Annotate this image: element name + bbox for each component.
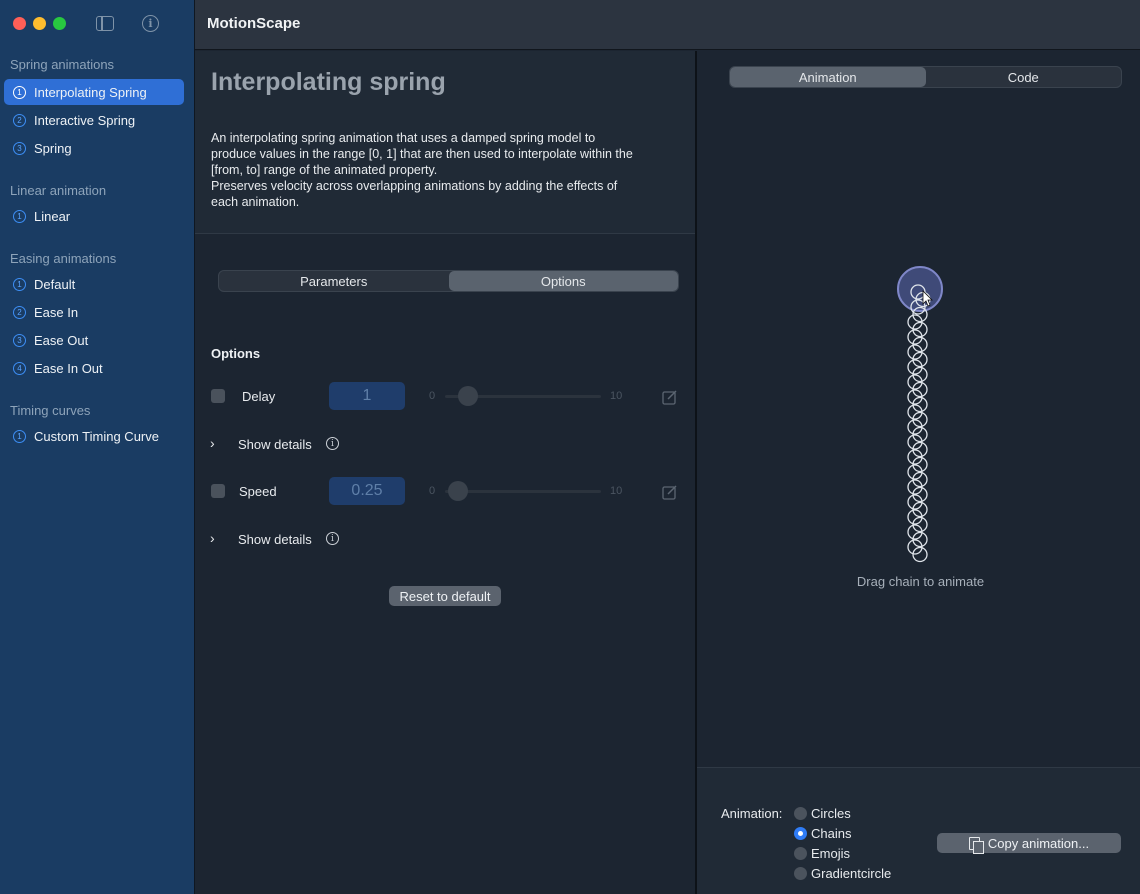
delay-slider-knob[interactable]	[458, 386, 478, 406]
chain-animation-canvas[interactable]	[697, 51, 1140, 571]
sidebar: i Spring animations 1 Interpolating Spri…	[0, 0, 195, 894]
radio-chains-label[interactable]: Chains	[811, 826, 851, 841]
show-details-delay[interactable]: Show details	[238, 437, 312, 452]
copy-animation-button[interactable]: Copy animation...	[937, 833, 1121, 854]
delay-label: Delay	[242, 389, 276, 404]
animation-picker-footer: Animation: Circles Chains Emojis Gradien…	[697, 767, 1140, 894]
sidebar-item-ease-in-out[interactable]: 4 Ease In Out	[4, 355, 184, 381]
radio-emojis-label[interactable]: Emojis	[811, 846, 850, 861]
detail-pane: Interpolating spring An interpolating sp…	[195, 51, 695, 894]
sidebar-item-label: Default	[34, 276, 76, 292]
description-header: Interpolating spring An interpolating sp…	[195, 51, 695, 234]
tab-parameters[interactable]: Parameters	[219, 271, 449, 291]
sidebar-item-interpolating-spring[interactable]: 1 Interpolating Spring	[4, 79, 184, 105]
radio-circles[interactable]	[794, 807, 807, 820]
minimize-window-button[interactable]	[33, 17, 46, 30]
speed-max-label: 10	[610, 485, 623, 497]
edit-icon[interactable]	[662, 484, 678, 500]
speed-slider-track[interactable]	[445, 490, 601, 493]
speed-min-label: 0	[429, 485, 436, 497]
description-line: [from, to] range of the animated propert…	[211, 163, 438, 177]
title-bar: MotionScape	[195, 0, 1140, 50]
sidebar-item-label: Custom Timing Curve	[34, 428, 159, 444]
section-linear-animation: Linear animation	[10, 183, 107, 198]
info-icon[interactable]: i	[326, 532, 339, 545]
sidebar-toggle-icon[interactable]	[96, 16, 114, 31]
sidebar-item-custom-timing-curve[interactable]: 1 Custom Timing Curve	[4, 423, 184, 449]
chain[interactable]	[907, 284, 931, 563]
number-1-icon: 1	[13, 85, 26, 99]
sidebar-item-ease-out[interactable]: 3 Ease Out	[4, 327, 184, 353]
reset-to-default-button[interactable]: Reset to default	[389, 586, 501, 606]
sidebar-item-label: Ease In	[34, 304, 79, 320]
description-line: Preserves velocity across overlapping an…	[211, 179, 618, 193]
sidebar-item-label: Interactive Spring	[34, 112, 136, 128]
delay-checkbox[interactable]	[211, 389, 225, 403]
speed-value-field[interactable]: 0.25	[329, 477, 405, 505]
number-2-icon: 2	[13, 305, 26, 319]
options-heading: Options	[211, 346, 261, 361]
radio-chains[interactable]	[794, 827, 807, 840]
info-icon[interactable]: i	[142, 15, 159, 32]
number-4-icon: 4	[13, 361, 26, 375]
speed-checkbox[interactable]	[211, 484, 225, 498]
sidebar-item-label: Ease In Out	[34, 360, 103, 376]
description-line: produce values in the range [0, 1] that …	[211, 147, 633, 161]
number-1-icon: 1	[13, 277, 26, 291]
section-easing-animations: Easing animations	[10, 251, 117, 266]
copy-animation-label: Copy animation...	[987, 835, 1090, 851]
sidebar-item-interactive-spring[interactable]: 2 Interactive Spring	[4, 107, 184, 133]
preview-pane: Animation Code Drag chain to animate Ani…	[697, 51, 1140, 894]
number-3-icon: 3	[13, 333, 26, 347]
animation-label: Animation:	[721, 806, 783, 821]
radio-gradientcircle-label[interactable]: Gradientcircle	[811, 866, 891, 881]
number-2-icon: 2	[13, 113, 26, 127]
chevron-right-icon[interactable]: ›	[210, 435, 215, 451]
chevron-right-icon[interactable]: ›	[210, 530, 215, 546]
radio-emojis[interactable]	[794, 847, 807, 860]
page-title: Interpolating spring	[211, 68, 446, 96]
speed-slider-knob[interactable]	[448, 481, 468, 501]
sidebar-item-label: Ease Out	[34, 332, 89, 348]
description-line: each animation.	[211, 195, 300, 209]
sidebar-item-ease-in[interactable]: 2 Ease In	[4, 299, 184, 325]
delay-min-label: 0	[429, 390, 436, 402]
section-timing-curves: Timing curves	[10, 403, 91, 418]
radio-gradientcircle[interactable]	[794, 867, 807, 880]
delay-value-field[interactable]: 1	[329, 382, 405, 410]
drag-hint: Drag chain to animate	[856, 574, 985, 589]
number-3-icon: 3	[13, 141, 26, 155]
description-line: An interpolating spring animation that u…	[211, 131, 596, 145]
sidebar-item-linear[interactable]: 1 Linear	[4, 203, 184, 229]
section-spring-animations: Spring animations	[10, 57, 115, 72]
number-1-icon: 1	[13, 209, 26, 223]
radio-circles-label[interactable]: Circles	[811, 806, 851, 821]
show-details-speed[interactable]: Show details	[238, 532, 312, 547]
info-icon[interactable]: i	[326, 437, 339, 450]
sidebar-item-label: Linear	[34, 208, 71, 224]
number-1-icon: 1	[13, 429, 26, 443]
chain-drag-handle[interactable]	[897, 266, 943, 312]
document-copy-icon	[968, 836, 984, 854]
parameters-options-segmented-control: Parameters Options	[218, 270, 679, 292]
sidebar-item-default[interactable]: 1 Default	[4, 271, 184, 297]
zoom-window-button[interactable]	[53, 17, 66, 30]
app-title: MotionScape	[207, 15, 301, 32]
sidebar-item-label: Interpolating Spring	[34, 84, 147, 100]
speed-label: Speed	[239, 484, 277, 499]
sidebar-item-label: Spring	[34, 140, 72, 156]
close-window-button[interactable]	[13, 17, 26, 30]
delay-max-label: 10	[610, 390, 623, 402]
description: An interpolating spring animation that u…	[211, 130, 681, 210]
sidebar-item-spring[interactable]: 3 Spring	[4, 135, 184, 161]
edit-icon[interactable]	[662, 389, 678, 405]
tab-options[interactable]: Options	[448, 271, 678, 291]
